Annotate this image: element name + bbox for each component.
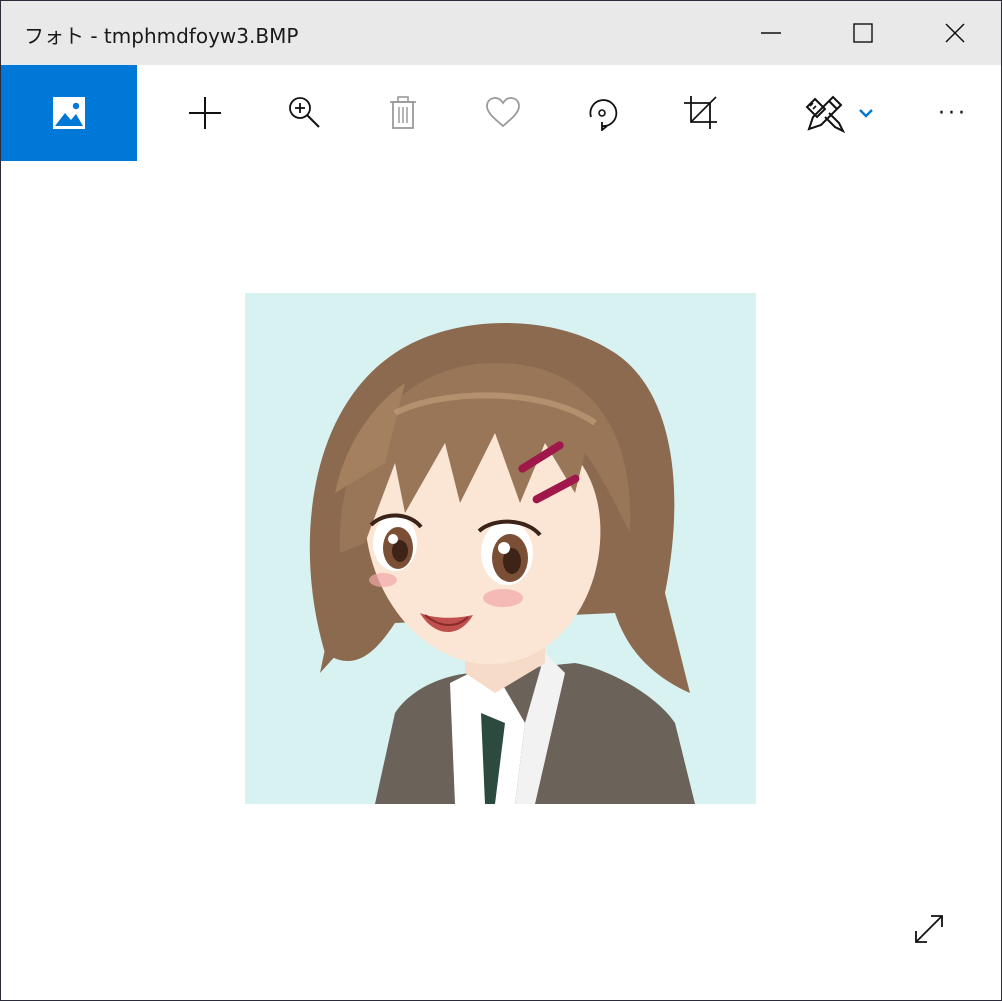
toolbar: ···	[1, 65, 1001, 161]
close-button[interactable]	[909, 1, 1001, 65]
trash-icon	[390, 96, 416, 129]
minimize-button[interactable]	[725, 1, 817, 65]
image-collection-icon	[53, 97, 85, 129]
window-title: フォト - tmphmdfoyw3.BMP	[24, 24, 299, 48]
heart-icon	[486, 97, 520, 128]
maximize-icon	[853, 23, 873, 43]
minimize-icon	[761, 32, 781, 34]
view-all-photos-button[interactable]	[1, 65, 137, 161]
close-icon	[945, 23, 965, 43]
chevron-down-icon	[859, 109, 873, 118]
more-icon: ···	[938, 100, 968, 126]
anime-girl-portrait-image	[245, 293, 756, 804]
plus-icon	[189, 97, 221, 129]
maximize-button[interactable]	[817, 1, 909, 65]
delete-button[interactable]	[353, 65, 453, 161]
crop-icon	[684, 96, 717, 129]
photo-viewer-area[interactable]	[1, 161, 1001, 1000]
add-button[interactable]	[155, 65, 255, 161]
zoom-button[interactable]	[254, 65, 354, 161]
photo-image	[245, 293, 756, 804]
zoom-in-icon	[289, 97, 320, 128]
photos-app-window: フォト - tmphmdfoyw3.BMP ···	[0, 0, 1002, 1001]
expand-icon	[915, 915, 943, 943]
rotate-button[interactable]	[552, 65, 652, 161]
crop-button[interactable]	[651, 65, 751, 161]
edit-create-icon	[805, 95, 846, 134]
favorite-button[interactable]	[453, 65, 553, 161]
edit-create-button[interactable]	[791, 65, 887, 161]
more-button[interactable]: ···	[905, 65, 1001, 161]
title-bar[interactable]: フォト - tmphmdfoyw3.BMP	[1, 1, 1001, 65]
full-screen-button[interactable]	[901, 901, 957, 957]
rotate-icon	[589, 99, 618, 131]
